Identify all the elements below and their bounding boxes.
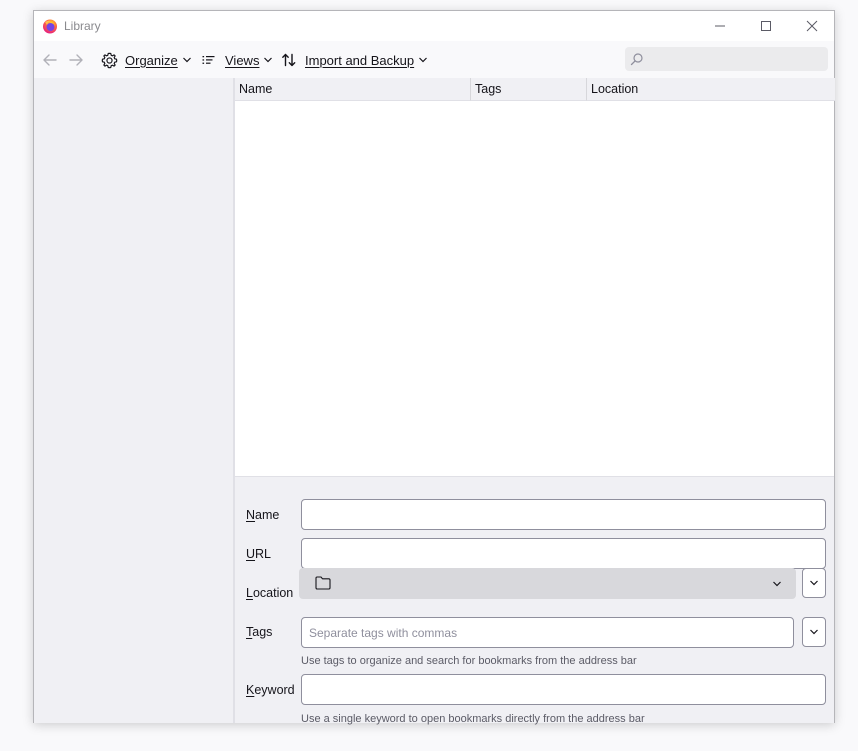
forward-button[interactable] (68, 50, 84, 70)
column-header-tags-label: Tags (475, 82, 502, 96)
tags-expander-button[interactable] (802, 617, 826, 647)
location-expander-button[interactable] (802, 568, 826, 598)
close-icon (806, 20, 818, 32)
firefox-logo-icon (42, 18, 58, 34)
column-header-location-label: Location (591, 82, 639, 96)
chevron-down-icon (810, 580, 818, 586)
bookmarks-tree[interactable]: Name Tags Location (234, 78, 835, 476)
maximize-icon (761, 21, 771, 31)
name-input[interactable] (301, 499, 826, 530)
chevron-down-icon (264, 57, 273, 63)
places-sidebar[interactable] (34, 78, 234, 723)
window-title: Library (64, 19, 101, 33)
search-icon (630, 53, 643, 66)
url-field-label: URL (246, 547, 272, 561)
organize-label: Organize (125, 52, 178, 68)
column-header-name-label: Name (239, 82, 273, 96)
import-backup-button[interactable]: Import and Backup (281, 50, 428, 70)
search-box[interactable] (625, 47, 828, 71)
keyword-field-label: Keyword (246, 683, 295, 697)
url-input[interactable] (301, 538, 826, 569)
minimize-button[interactable] (697, 11, 743, 41)
close-button[interactable] (789, 11, 835, 41)
chevron-down-icon (773, 581, 781, 587)
column-header-location[interactable]: Location (587, 78, 835, 101)
maximize-button[interactable] (743, 11, 789, 41)
tags-input[interactable] (301, 617, 794, 648)
bookmark-details-pane: Name URL Location Tags Use tags to organ… (234, 476, 834, 725)
location-field-label: Location (246, 586, 294, 600)
list-icon (202, 55, 215, 64)
keyword-hint: Use a single keyword to open bookmarks d… (301, 713, 645, 725)
folder-icon (315, 576, 331, 590)
gear-icon (101, 52, 118, 68)
chevron-down-icon (182, 57, 191, 63)
tags-field-label: Tags (246, 625, 273, 639)
import-backup-label: Import and Backup (305, 52, 415, 68)
chevron-down-icon (419, 57, 428, 63)
back-button[interactable] (42, 50, 58, 70)
library-toolbar: Organize Views Import and Backup (34, 41, 834, 78)
search-input[interactable] (649, 49, 824, 69)
keyword-input[interactable] (301, 674, 826, 705)
location-select[interactable] (299, 568, 796, 599)
chevron-down-icon (810, 629, 818, 635)
minimize-icon (715, 25, 725, 27)
views-button[interactable]: Views (201, 50, 273, 70)
title-bar: Library (34, 11, 834, 41)
name-field-label: Name (246, 508, 280, 522)
library-window: Library Organize Views Import and Backup… (33, 10, 835, 725)
column-header-name[interactable]: Name (235, 78, 471, 101)
organize-button[interactable]: Organize (101, 50, 192, 70)
sort-arrows-icon (282, 53, 296, 67)
arrow-right-icon (69, 54, 83, 66)
column-header-tags[interactable]: Tags (471, 78, 587, 101)
tags-hint: Use tags to organize and search for book… (301, 655, 637, 667)
arrow-left-icon (43, 54, 57, 66)
views-label: Views (225, 52, 260, 68)
